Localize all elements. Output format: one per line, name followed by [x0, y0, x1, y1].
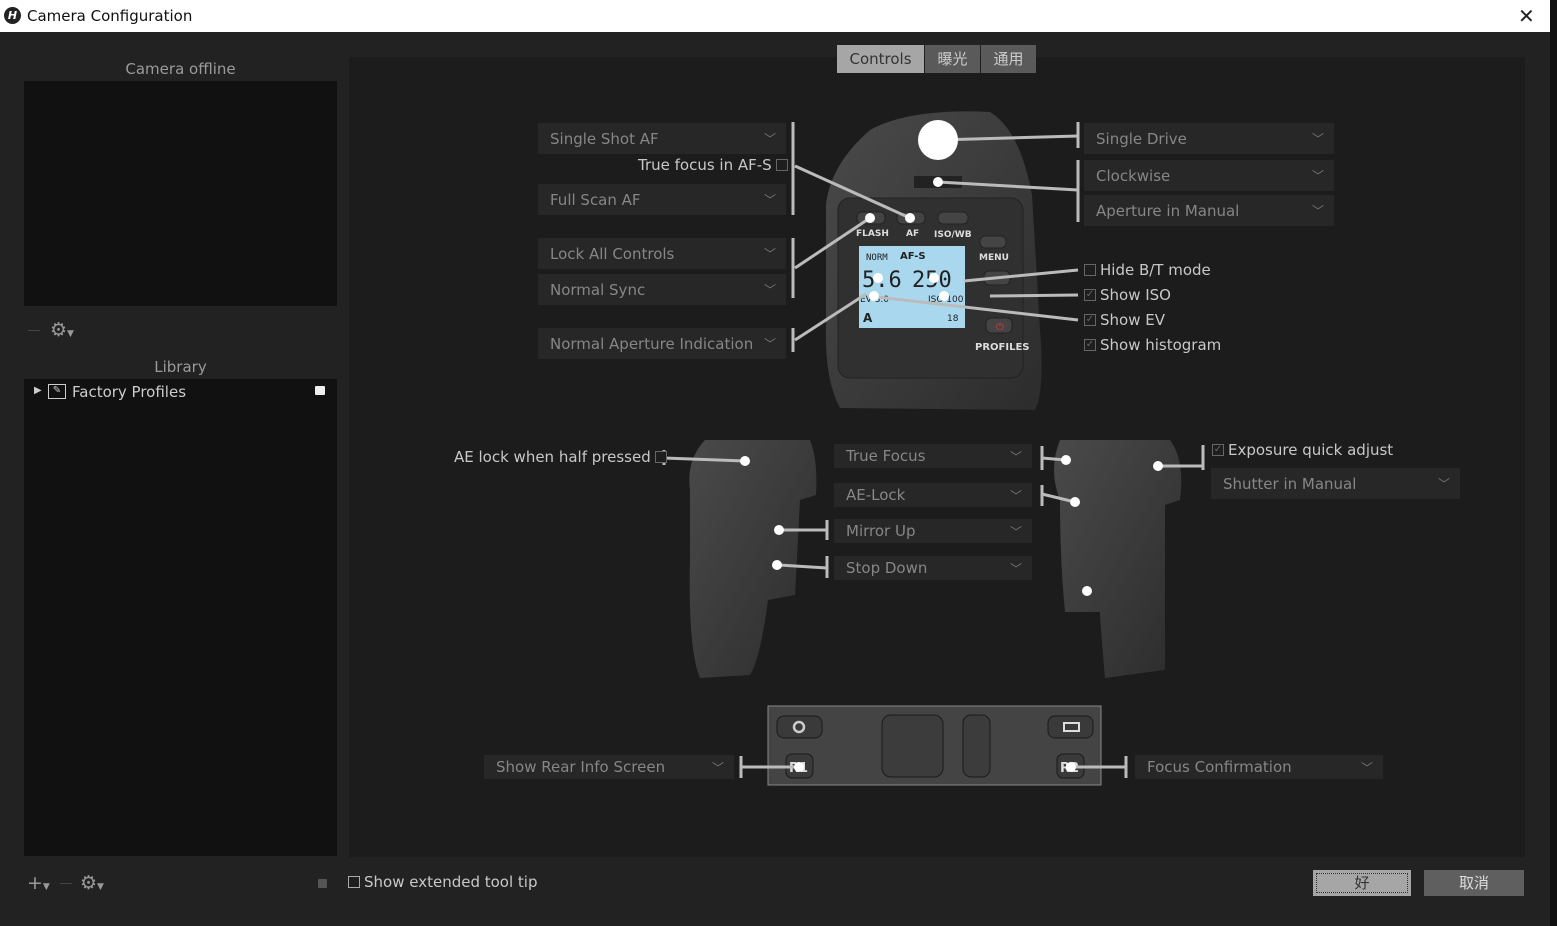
dropdown-value: AE-Lock	[846, 486, 906, 504]
checkbox-box[interactable]	[775, 159, 788, 171]
svg-text:NORM: NORM	[866, 253, 888, 263]
chevron-down-icon: ﹀	[1009, 488, 1022, 503]
dropdown-value: Shutter in Manual	[1223, 474, 1357, 493]
checkbox-label: AE lock when half pressed	[454, 448, 651, 466]
checkbox-label: Exposure quick adjust	[1228, 441, 1394, 459]
svg-text:MENU: MENU	[979, 253, 1009, 263]
checkbox-box[interactable]	[1084, 264, 1096, 276]
svg-text:AF-S: AF-S	[900, 251, 926, 262]
r1-dropdown[interactable]: Show Rear Info Screen ﹀	[484, 755, 734, 779]
chevron-down-icon: ﹀	[1311, 204, 1324, 218]
chevron-down-icon: ﹀	[763, 283, 776, 297]
dropdown-value: Aperture in Manual	[1096, 201, 1240, 220]
svg-text:A: A	[863, 311, 873, 325]
dropdown-value: Normal Aperture Indication	[550, 334, 754, 353]
exposure-quick-adjust-checkbox[interactable]: ✓ Exposure quick adjust	[1212, 441, 1393, 459]
grip-button-3-dropdown[interactable]: Mirror Up ﹀	[834, 519, 1032, 543]
checkbox-box[interactable]: ✓	[1084, 314, 1096, 326]
af-scan-dropdown[interactable]: Full Scan AF ﹀	[538, 184, 786, 215]
wheel-direction-dropdown[interactable]: Clockwise ﹀	[1084, 160, 1334, 191]
chevron-down-icon: ﹀	[1009, 561, 1022, 576]
svg-text:ISO/WB: ISO/WB	[934, 230, 972, 240]
chevron-down-icon: ﹀	[763, 247, 776, 261]
chevron-down-icon: ﹀	[763, 132, 776, 146]
dropdown-value: Full Scan AF	[550, 190, 641, 209]
checkbox-label: Show ISO	[1100, 286, 1171, 304]
grip-button-2-dropdown[interactable]: AE-Lock ﹀	[834, 483, 1032, 507]
checkbox-label: Show histogram	[1100, 336, 1222, 354]
grip-button-1-dropdown[interactable]: True Focus ﹀	[834, 444, 1032, 468]
chevron-down-icon: ﹀	[763, 337, 776, 351]
dropdown-value: Show Rear Info Screen	[496, 758, 666, 776]
chevron-down-icon: ﹀	[711, 760, 724, 775]
checkbox-label: Hide B/T mode	[1100, 261, 1211, 279]
checkbox-box[interactable]: ✓	[1212, 444, 1224, 456]
dropdown-value: Clockwise	[1096, 166, 1171, 185]
dropdown-value: Focus Confirmation	[1147, 758, 1292, 776]
aperture-indication-dropdown[interactable]: Normal Aperture Indication ﹀	[538, 328, 786, 359]
show-histogram-checkbox[interactable]: ✓ Show histogram	[1084, 336, 1221, 354]
af-mode-dropdown[interactable]: Single Shot AF ﹀	[538, 123, 786, 154]
wheel-function-dropdown[interactable]: Aperture in Manual ﹀	[1084, 195, 1334, 226]
svg-text:PROFILES: PROFILES	[975, 342, 1030, 353]
camera-grip-right	[1054, 440, 1182, 678]
checkbox-box[interactable]	[654, 451, 667, 463]
show-iso-checkbox[interactable]: ✓ Show ISO	[1084, 286, 1171, 304]
dropdown-value: Lock All Controls	[550, 244, 675, 263]
chevron-down-icon: ﹀	[763, 193, 776, 207]
chevron-down-icon: ﹀	[1437, 477, 1450, 491]
dropdown-value: Normal Sync	[550, 280, 646, 299]
lock-dropdown[interactable]: Lock All Controls ﹀	[538, 238, 786, 269]
svg-text:⏻: ⏻	[996, 322, 1004, 333]
checkbox-label: Show EV	[1100, 311, 1165, 329]
dropdown-value: True Focus	[846, 447, 926, 465]
drive-dropdown[interactable]: Single Drive ﹀	[1084, 123, 1334, 154]
dropdown-value: Mirror Up	[846, 522, 916, 540]
dropdown-value: Single Shot AF	[550, 129, 659, 148]
svg-text:FLASH: FLASH	[856, 229, 889, 239]
checkbox-label: True focus in AF-S	[638, 156, 772, 174]
chevron-down-icon: ﹀	[1009, 449, 1022, 464]
grip-button-4-dropdown[interactable]: Stop Down ﹀	[834, 556, 1032, 580]
hide-bt-checkbox[interactable]: Hide B/T mode	[1084, 261, 1211, 279]
chevron-down-icon: ﹀	[1311, 169, 1324, 183]
rear-wheel-dropdown[interactable]: Shutter in Manual ﹀	[1211, 468, 1460, 499]
show-ev-checkbox[interactable]: ✓ Show EV	[1084, 311, 1165, 329]
checkbox-box[interactable]: ✓	[1084, 339, 1096, 351]
flash-sync-dropdown[interactable]: Normal Sync ﹀	[538, 274, 786, 305]
dropdown-value: Single Drive	[1096, 129, 1187, 148]
dropdown-value: Stop Down	[846, 559, 928, 577]
svg-text:18: 18	[947, 314, 959, 324]
r2-dropdown[interactable]: Focus Confirmation ﹀	[1135, 755, 1383, 779]
chevron-down-icon: ﹀	[1311, 132, 1324, 146]
chevron-down-icon: ﹀	[1009, 524, 1022, 539]
svg-text:AF: AF	[906, 229, 919, 239]
camera-grip-left	[689, 440, 817, 678]
checkbox-box[interactable]: ✓	[1084, 289, 1096, 301]
ae-lock-half-checkbox[interactable]: AE lock when half pressed	[454, 448, 667, 466]
true-focus-afs-checkbox[interactable]: True focus in AF-S	[638, 156, 788, 174]
chevron-down-icon: ﹀	[1360, 760, 1373, 775]
